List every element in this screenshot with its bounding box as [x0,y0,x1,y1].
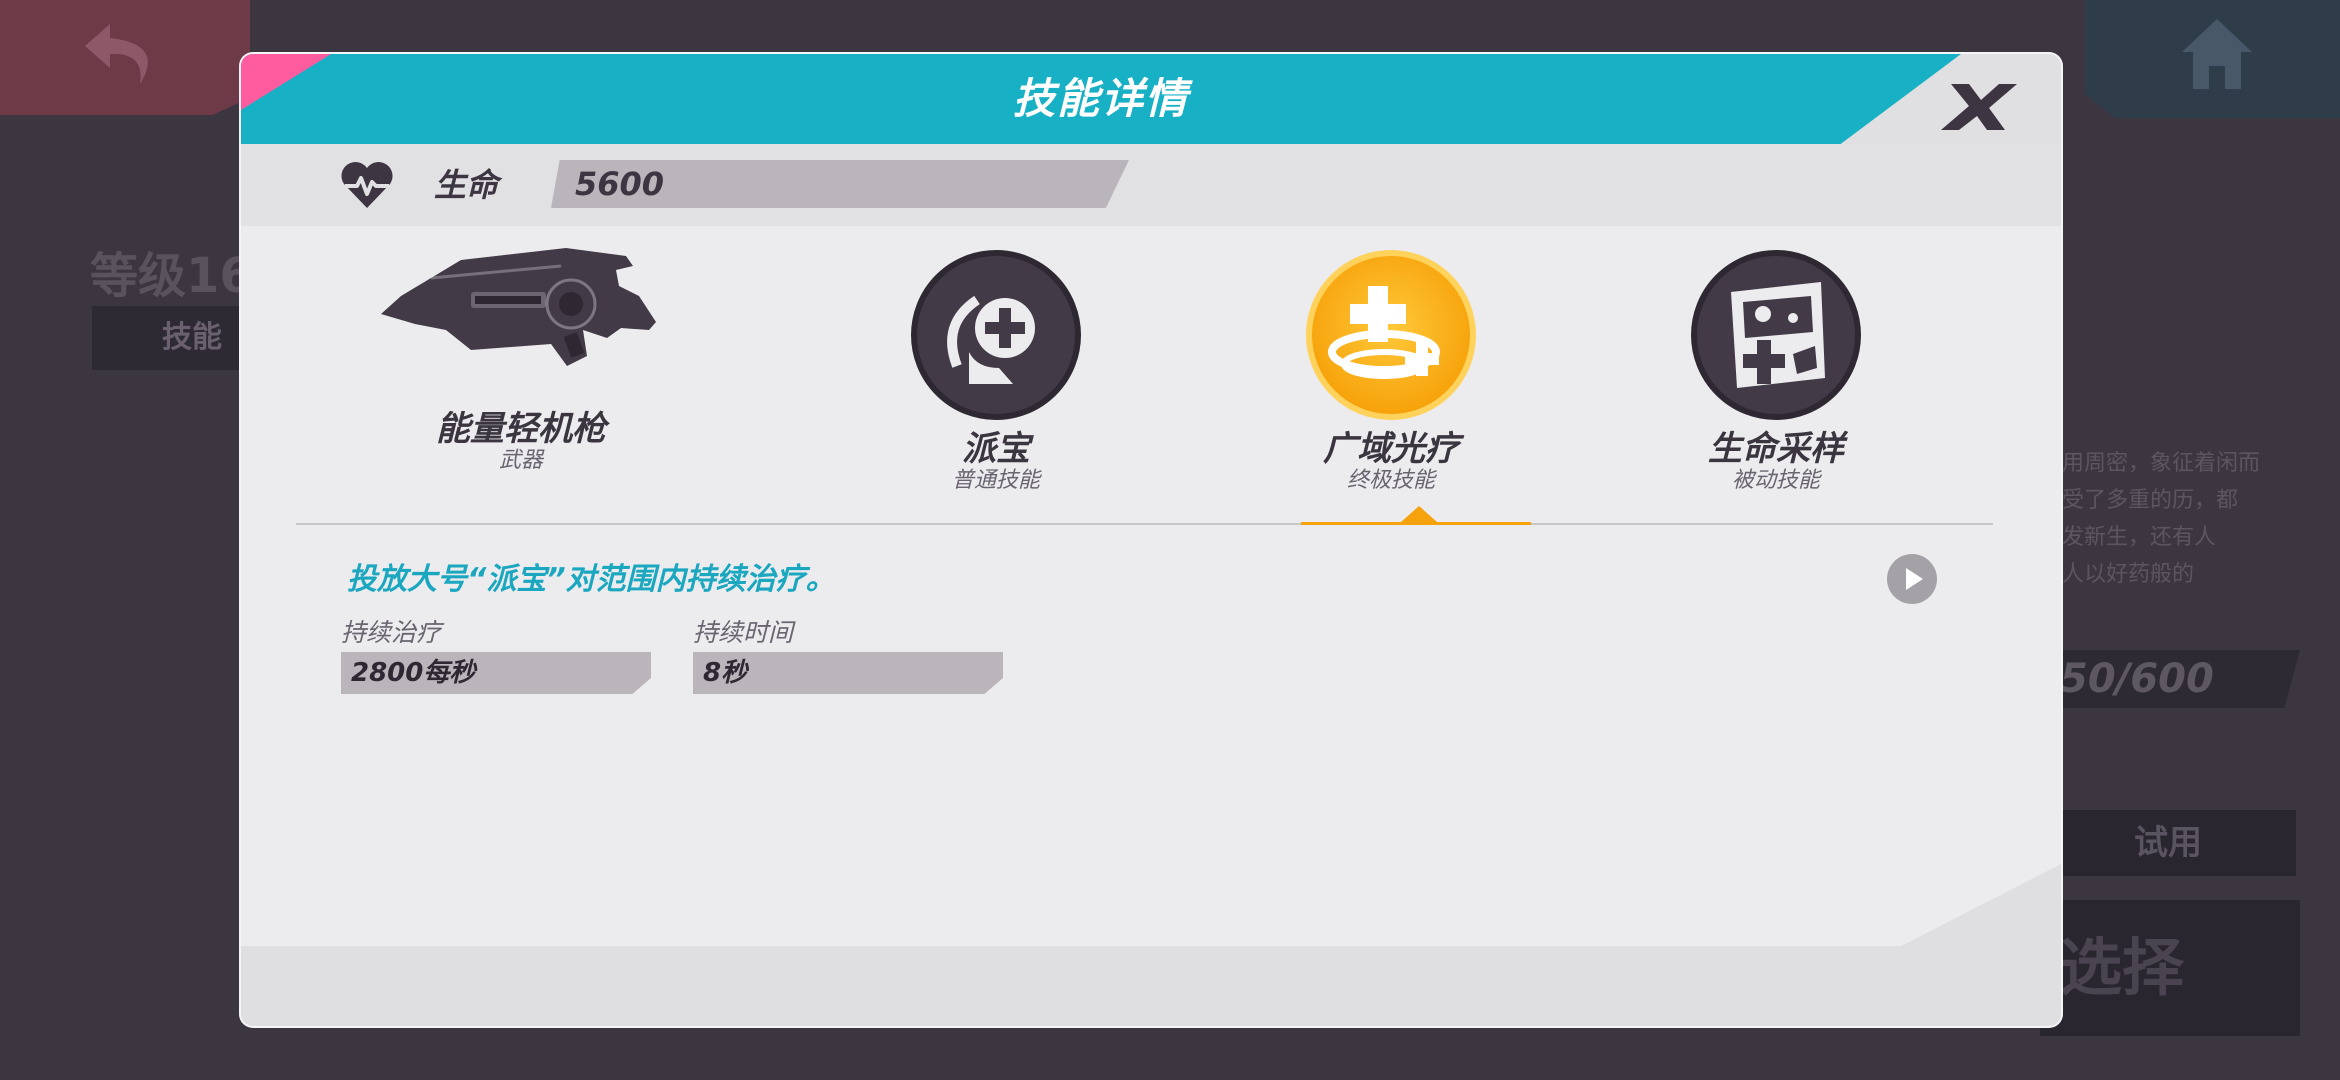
home-icon [2182,19,2252,89]
skill-type: 终极技能 [1346,468,1435,493]
selected-skill-caret [1401,506,1437,522]
skill-ultimate[interactable]: 广域光疗 终极技能 [1251,250,1531,494]
hp-label: 生命 [434,166,499,204]
skill-name: 广域光疗 [1323,429,1459,469]
skill-type: 武器 [498,448,543,473]
skill-details-dialog: 技能详情 生命 5600 能量轻机枪 武器 派宝 普通技能 广域光疗 终极技能 … [241,54,2061,1026]
dialog-title: 技能详情 [1012,74,1189,123]
select-button[interactable]: 选择 [2040,900,2300,1036]
stat-label: 持续治疗 [341,618,442,647]
skills-divider [313,523,1993,525]
dialog-footer [241,946,2061,1026]
hp-value: 5600 [575,165,665,203]
paibao-heal-icon [947,295,1035,384]
lore-line: 耐用周密，象征着闲而 [2040,451,2261,476]
skill-icon-frame [911,250,1081,420]
trial-button[interactable]: 试用 [2040,810,2296,876]
skill-type: 被动技能 [1731,468,1820,493]
stat-value: 2800每秒 [341,652,651,694]
skill-normal[interactable]: 派宝 普通技能 [881,250,1111,494]
life-sample-icon [1731,282,1825,388]
back-button[interactable] [0,0,250,115]
character-lore: 耐用周密，象征着闲而 经受了多重的历，都 散发新生，还有人 给人以好药般的 [2040,445,2320,593]
lore-line: 经受了多重的历，都 [2040,488,2239,513]
heart-pulse-icon [341,161,393,208]
wide-area-heal-icon [1328,286,1440,379]
home-button[interactable] [2085,0,2340,118]
skill-name: 能量轻机枪 [436,409,606,449]
skill-weapon[interactable]: 能量轻机枪 武器 [371,226,671,474]
stat-value: 8秒 [693,652,1003,694]
fragment-count: 50/600 [2040,650,2300,708]
footer-accent [1901,864,2061,946]
skill-name: 生命采样 [1708,429,1844,469]
lore-line: 给人以好药般的 [2040,562,2195,587]
play-preview-button[interactable] [1887,554,1937,604]
level-text: 等级16 [90,248,253,304]
stat-duration: 持续时间 8秒 [693,618,1003,694]
stat-heal: 持续治疗 2800每秒 [341,618,651,694]
skill-description: 投放大号“派宝”对范围内持续治疗。 [347,562,836,597]
close-button[interactable] [1941,76,2021,136]
skill-passive[interactable]: 生命采样 被动技能 [1661,250,1891,494]
energy-lmg-icon [381,248,656,366]
lore-line: 散发新生，还有人 [2040,525,2217,550]
skill-icon-frame [1306,250,1476,420]
back-arrow-icon [85,24,148,84]
close-icon [1941,84,2017,130]
hp-row: 生命 5600 [241,144,2061,226]
skill-name: 派宝 [962,429,1030,469]
skill-type: 普通技能 [951,468,1040,493]
skill-tab[interactable]: 技能 [92,306,252,370]
stat-label: 持续时间 [693,618,794,647]
skill-icon-frame [1691,250,1861,420]
selected-skill-underline [1301,522,1531,525]
